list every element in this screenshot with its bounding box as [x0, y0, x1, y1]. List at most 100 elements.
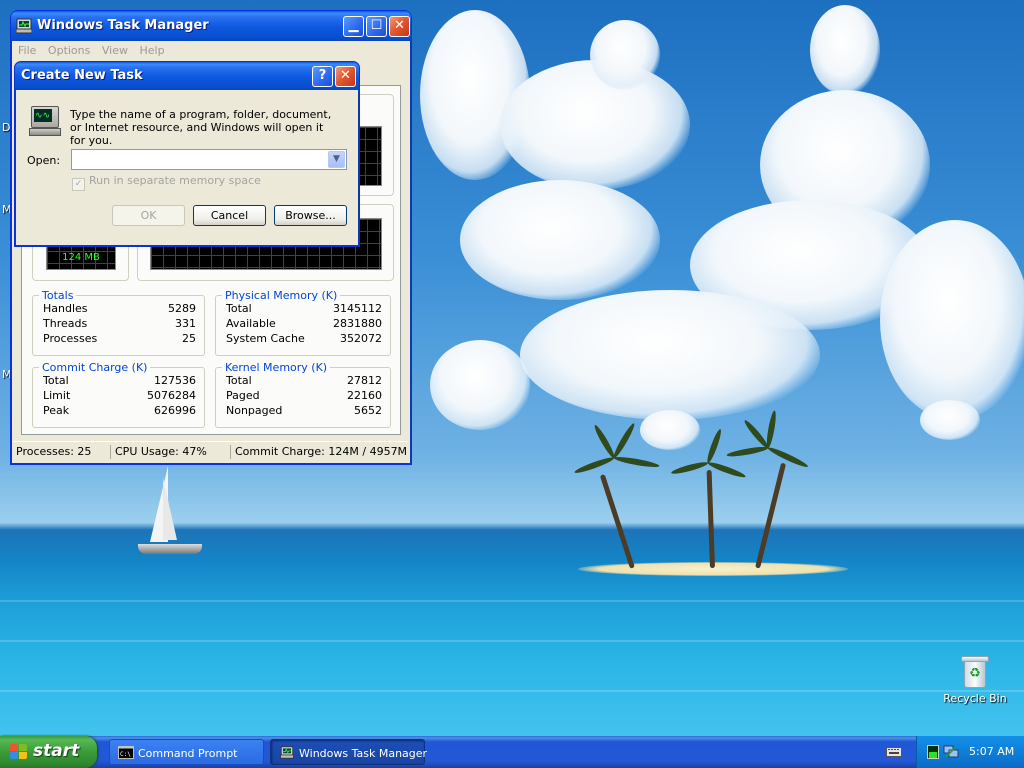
chevron-down-icon: ▼	[333, 154, 340, 164]
system-cache-value: 352072	[340, 332, 382, 345]
commit-peak-value: 626996	[154, 404, 196, 417]
totals-row: Threads 331	[43, 317, 196, 332]
ok-button[interactable]: OK	[112, 205, 185, 226]
sailboat-jib	[163, 478, 177, 540]
kernel-total-label: Total	[226, 374, 252, 387]
physical-memory-row: System Cache 352072	[226, 332, 382, 347]
dialog-titlebar[interactable]: Create New Task ? ✕	[15, 62, 359, 90]
minimize-button[interactable]: ▁	[343, 16, 364, 37]
processes-value: 25	[182, 332, 196, 345]
start-button[interactable]: start	[0, 736, 97, 768]
cloud	[430, 340, 530, 430]
sailboat-hull	[138, 544, 202, 554]
system-tray: 5:07 AM	[916, 736, 1024, 768]
dialog-title: Create New Task	[21, 68, 143, 83]
physical-memory-row: Total 3145112	[226, 302, 382, 317]
dialog-close-button[interactable]: ✕	[335, 66, 356, 87]
recycle-bin-label: Recycle Bin	[943, 692, 1007, 705]
palm-frond	[670, 460, 709, 476]
palm-frond	[766, 445, 810, 470]
palm-frond	[705, 428, 724, 465]
physical-available-label: Available	[226, 317, 276, 330]
taskbar-item-label: Windows Task Manager	[299, 747, 428, 760]
taskbar-item-label: Command Prompt	[138, 747, 238, 760]
cloud	[460, 180, 660, 300]
taskbar-item-command-prompt[interactable]: C:\ Command Prompt	[109, 739, 264, 765]
maximize-icon: ☐	[370, 18, 383, 33]
close-icon: ✕	[394, 18, 405, 33]
maximize-button[interactable]: ☐	[366, 16, 387, 37]
physical-memory-group: Physical Memory (K) Total 3145112 Availab…	[215, 289, 391, 356]
menu-file[interactable]: File	[14, 41, 40, 57]
cancel-button[interactable]: Cancel	[193, 205, 266, 226]
physical-memory-row: Available 2831880	[226, 317, 382, 332]
cloud	[590, 20, 660, 90]
open-label: Open:	[27, 154, 61, 167]
clock[interactable]: 5:07 AM	[969, 745, 1014, 758]
open-dropdown-button[interactable]: ▼	[328, 151, 345, 168]
browse-button[interactable]: Browse...	[274, 205, 347, 226]
cloud	[880, 220, 1024, 420]
kernel-memory-row: Nonpaged 5652	[226, 404, 382, 419]
open-combobox[interactable]: ▼	[71, 149, 347, 170]
checkbox-check-icon[interactable]: ✓	[72, 178, 85, 191]
palm-frond	[573, 455, 616, 476]
commit-limit-value: 5076284	[147, 389, 196, 402]
commit-total-label: Total	[43, 374, 69, 387]
create-new-task-dialog[interactable]: Create New Task ? ✕ ∿∿ Type the name of …	[14, 61, 360, 247]
task-manager-titlebar[interactable]: Windows Task Manager ▁ ☐ ✕	[11, 11, 411, 41]
help-button[interactable]: ?	[312, 66, 333, 87]
cloud	[500, 60, 690, 190]
handles-label: Handles	[43, 302, 88, 315]
processes-label: Processes	[43, 332, 98, 345]
kernel-total-value: 27812	[347, 374, 382, 387]
commit-peak-label: Peak	[43, 404, 70, 417]
task-manager-tray-icon[interactable]	[927, 745, 939, 759]
taskbar-item-task-manager[interactable]: Windows Task Manager	[270, 739, 428, 765]
kernel-nonpaged-value: 5652	[354, 404, 382, 417]
sea-glint	[0, 640, 1024, 642]
status-bar: Processes: 25 CPU Usage: 47% Commit Char…	[14, 441, 408, 462]
totals-title: Totals	[39, 289, 77, 302]
cloud	[810, 5, 880, 95]
cloud	[920, 400, 980, 440]
run-separate-memory-label: Run in separate memory space	[89, 174, 261, 187]
close-button[interactable]: ✕	[389, 16, 410, 37]
menu-help[interactable]: Help	[135, 41, 168, 57]
palm-trunk	[706, 469, 715, 569]
threads-label: Threads	[43, 317, 88, 330]
palm-frond	[613, 455, 660, 469]
command-prompt-icon: C:\	[118, 746, 134, 759]
sea-glint	[0, 600, 1024, 602]
recycle-bin-icon[interactable]: ♻	[961, 656, 989, 688]
task-manager-app-icon	[16, 18, 32, 34]
palm-trunk	[599, 474, 635, 569]
kernel-paged-label: Paged	[226, 389, 260, 402]
palm-frond	[706, 460, 747, 480]
physical-memory-title: Physical Memory (K)	[222, 289, 341, 302]
menu-bar: File Options View Help	[14, 41, 408, 61]
palm-frond	[592, 423, 617, 460]
physical-total-label: Total	[226, 302, 252, 315]
task-manager-icon	[280, 746, 294, 759]
kernel-memory-row: Total 27812	[226, 374, 382, 389]
commit-total-value: 127536	[154, 374, 196, 387]
status-commit-charge: Commit Charge: 124M / 4957M	[230, 445, 407, 459]
pf-usage-value: 124 MB	[62, 252, 100, 263]
commit-charge-row: Peak 626996	[43, 404, 196, 419]
kernel-nonpaged-label: Nonpaged	[226, 404, 283, 417]
menu-view[interactable]: View	[98, 41, 132, 57]
run-separate-memory-checkbox[interactable]: ✓ Run in separate memory space	[72, 174, 261, 191]
network-icon[interactable]	[943, 745, 959, 759]
commit-charge-row: Total 127536	[43, 374, 196, 389]
task-manager-title: Windows Task Manager	[37, 18, 209, 33]
close-icon: ✕	[340, 68, 351, 83]
start-label: start	[33, 741, 80, 761]
windows-flag-icon	[10, 744, 28, 760]
kernel-paged-value: 22160	[347, 389, 382, 402]
keyboard-icon[interactable]	[886, 747, 902, 757]
palm-frond	[742, 418, 771, 450]
commit-limit-label: Limit	[43, 389, 71, 402]
menu-options[interactable]: Options	[44, 41, 94, 57]
recycle-bin[interactable]: ♻ Recycle Bin	[938, 656, 1012, 705]
